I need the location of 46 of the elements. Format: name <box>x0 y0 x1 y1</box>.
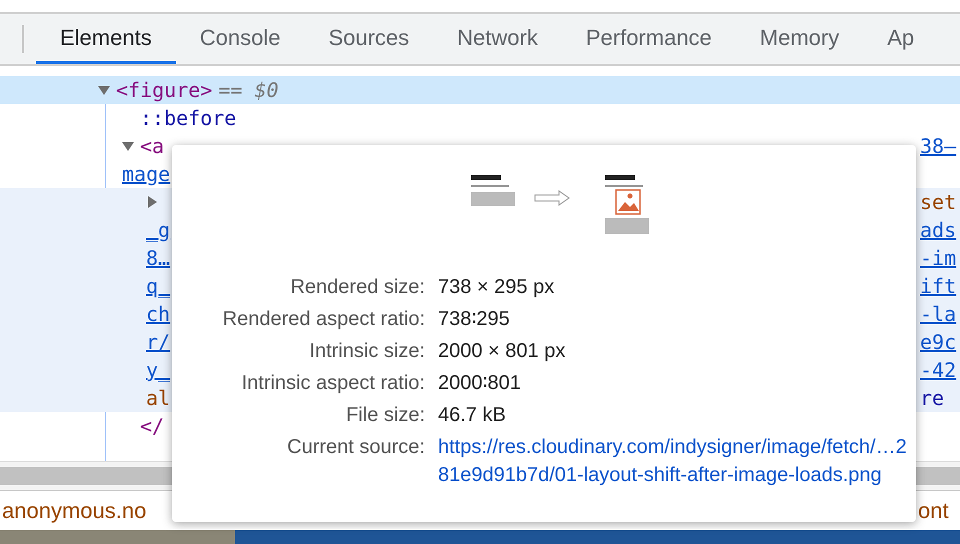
attribute-name: al <box>146 385 170 412</box>
attribute-link[interactable]: 38– <box>920 131 956 161</box>
property-label: Rendered aspect ratio: <box>222 307 425 332</box>
property-value: 2000 × 801 px <box>438 339 566 364</box>
attribute-link[interactable]: ift <box>920 271 956 301</box>
panel-tab[interactable]: Ap <box>863 14 938 64</box>
closing-tag: </ <box>140 411 164 441</box>
source-link[interactable]: https://res.cloudinary.com/indysigner/image/fetch/…281e9d91b7d/01-layout-shift-after-image-loads.png <box>438 433 908 489</box>
property-value: 738∶295 <box>438 307 511 332</box>
pseudo-element: ::before <box>140 105 236 132</box>
console-text: anonymous.no <box>1 497 146 525</box>
attribute-value: re <box>920 385 944 412</box>
expand-triangle-icon[interactable] <box>146 196 158 208</box>
attribute-link[interactable]: 8… <box>146 243 170 273</box>
attribute-link[interactable]: mage <box>122 159 170 189</box>
property-label: Intrinsic size: <box>308 339 425 364</box>
property-value: 46.7 kB <box>438 403 507 428</box>
panel-tab[interactable]: Performance <box>562 14 736 64</box>
property-label: Intrinsic aspect ratio: <box>240 371 425 396</box>
attribute-link[interactable]: -42 <box>920 355 956 385</box>
console-reference: == $0 <box>218 77 279 104</box>
attribute-link[interactable]: r/ <box>146 327 170 357</box>
attribute-link[interactable]: ch <box>146 299 170 329</box>
attribute-link[interactable]: e9c <box>920 327 956 357</box>
console-text: ont <box>918 497 949 525</box>
panel-tab[interactable]: Network <box>433 14 562 64</box>
attribute-link[interactable]: -la <box>920 299 956 329</box>
attribute-link[interactable]: q_ <box>146 271 170 301</box>
attribute-link[interactable]: ads <box>920 215 956 245</box>
property-value: 738 × 295 px <box>438 275 556 300</box>
element-tag: <figure> <box>116 75 212 105</box>
property-label: Current source: <box>286 435 425 460</box>
property-label: File size: <box>345 403 425 428</box>
attribute-link[interactable]: -im <box>920 243 956 273</box>
panel-tab[interactable]: Elements <box>36 14 176 64</box>
attribute-name: set <box>920 189 956 216</box>
collapse-triangle-icon[interactable] <box>122 140 134 152</box>
attribute-link[interactable]: _g <box>146 215 170 245</box>
collapse-triangle-icon[interactable] <box>98 84 110 96</box>
panel-tab[interactable]: Console <box>176 14 304 64</box>
panel-tab[interactable]: Sources <box>304 14 434 64</box>
property-label: Rendered size: <box>289 275 425 300</box>
property-value: 2000∶801 <box>438 371 522 396</box>
element-tag: <a <box>140 131 164 161</box>
attribute-link[interactable]: y_ <box>146 355 170 385</box>
panel-tab[interactable]: Memory <box>736 14 864 64</box>
